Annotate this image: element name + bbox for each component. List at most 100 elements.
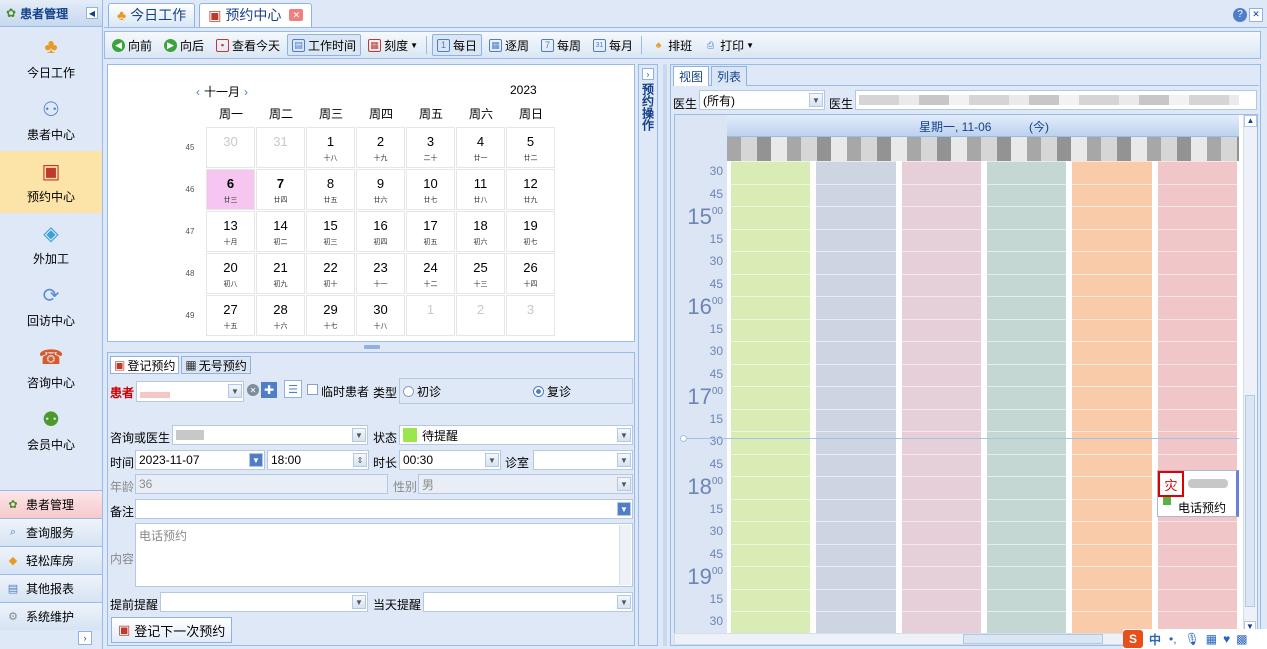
expand-icon[interactable]: › [78,631,92,645]
tab-appointment-center[interactable]: ▣ 预约中心 ✕ [199,2,313,27]
calendar-day[interactable]: 26 十四 [506,253,555,294]
chevron-down-icon[interactable]: ▼ [228,384,242,398]
chevron-right-icon[interactable]: › [244,85,248,99]
toolbox-icon[interactable]: ▩ [1236,632,1247,646]
today-button[interactable]: ▪ 查看今天 [211,34,285,56]
return-visit-radio[interactable] [533,385,545,397]
monthly-button[interactable]: 31 每月 [588,34,638,56]
nav-item-3[interactable]: ◈ 外加工 [0,213,102,275]
vertical-splitter[interactable] [663,64,667,646]
search-patient-icon[interactable]: ✚ [261,382,277,398]
calendar-day[interactable]: 7 廿四 [256,169,305,210]
temp-patient-checkbox[interactable] [307,384,318,395]
calendar-day[interactable]: 14 初二 [256,211,305,252]
keyboard-icon[interactable]: ▦ [1206,632,1217,646]
first-visit-radio[interactable] [403,385,414,397]
room-select[interactable]: ▼ [533,450,633,470]
nav-section-2[interactable]: ◆ 轻松库房 [0,546,102,574]
tab-view[interactable]: 视图 [673,65,710,86]
consult-doctor-select[interactable]: ▼ [172,425,368,445]
ime-language[interactable]: 中 [1149,631,1161,648]
doctor-multi-select[interactable] [855,90,1257,110]
time-spinner[interactable]: 18:00 ⇕ [267,450,369,470]
print-dropdown[interactable]: ⎙ 打印 ▼ [699,34,759,56]
daily-button[interactable]: 1 每日 [432,34,483,56]
calendar-day[interactable]: 12 廿九 [506,169,555,210]
calendar-day[interactable]: 24 十二 [406,253,455,294]
calendar-day[interactable]: 3 二十 [406,127,455,168]
calendar-day[interactable]: 4 廿一 [456,127,505,168]
calendar-day[interactable]: 1 [406,295,455,336]
clear-icon[interactable]: ✕ [247,384,259,396]
patient-field[interactable]: ▼ [136,381,244,402]
nav-section-0[interactable]: ✿ 患者管理 [0,490,102,518]
scroll-up-icon[interactable]: ▲ [1244,115,1257,127]
help-icon[interactable]: ? [1233,7,1247,22]
nav-section-4[interactable]: ⚙ 系统维护 [0,602,102,630]
calendar-day[interactable]: 30 [206,127,255,168]
vertical-scrollbar[interactable]: ▲ ▼ [1243,115,1257,633]
chevron-left-icon[interactable]: ‹ [196,85,200,99]
nav-item-1[interactable]: ⚇ 患者中心 [0,89,102,151]
calendar-day[interactable]: 8 廿五 [306,169,355,210]
note-select[interactable]: ▼ [135,499,633,519]
calendar-day[interactable]: 11 廿八 [456,169,505,210]
collapse-icon[interactable]: ◀ [86,7,98,19]
doctor-column[interactable] [816,161,896,634]
calendar-day[interactable]: 15 初三 [306,211,355,252]
calendar-day[interactable]: 29 十七 [306,295,355,336]
register-next-button[interactable]: ▣ 登记下一次预约 [111,617,233,643]
calendar-day[interactable]: 18 初六 [456,211,505,252]
calendar-day[interactable]: 22 初十 [306,253,355,294]
remind-day-select[interactable]: ▼ [423,592,633,612]
doctor-column[interactable] [987,161,1067,634]
work-time-button[interactable]: ▤ 工作时间 [287,34,362,56]
calendar-day[interactable]: 27 十五 [206,295,255,336]
doctor-column[interactable] [1072,161,1152,634]
calendar-day[interactable]: 6 廿三 [206,169,255,210]
duration-select[interactable]: 00:30 ▼ [399,450,501,470]
calendar-day[interactable]: 23 十一 [356,253,405,294]
calendar-day[interactable]: 25 十三 [456,253,505,294]
close-icon[interactable]: ✕ [289,9,304,21]
calendar-day[interactable]: 21 初九 [256,253,305,294]
calendar-day[interactable]: 17 初五 [406,211,455,252]
tab-register-appointment[interactable]: ▣ 登记预约 [110,356,180,374]
tab-no-id-appointment[interactable]: ▦ 无号预约 [181,356,251,374]
doctor-column[interactable] [731,161,811,634]
calendar-day[interactable]: 3 [506,295,555,336]
spinner-icon[interactable]: ⇕ [353,453,367,467]
calendar-day[interactable]: 30 十八 [356,295,405,336]
content-textarea[interactable]: 电话预约 [135,523,633,587]
scale-dropdown[interactable]: ▦ 刻度 ▼ [363,34,423,56]
calendar-day[interactable]: 5 廿二 [506,127,555,168]
calendar-day[interactable]: 31 [256,127,305,168]
nav-item-5[interactable]: ☎ 咨询中心 [0,337,102,399]
calendar-day[interactable]: 9 廿六 [356,169,405,210]
hscroll-thumb[interactable] [963,634,1103,644]
tab-today-work[interactable]: ♣ 今日工作 [108,2,196,27]
status-select[interactable]: 待提醒 ▼ [399,425,633,445]
calendar-day[interactable]: 20 初八 [206,253,255,294]
tab-list[interactable]: 列表 [711,65,748,86]
calendar-day[interactable]: 13 十月 [206,211,255,252]
expand-panel-icon[interactable]: › [642,68,654,80]
calendar-day[interactable]: 2 十九 [356,127,405,168]
doctor-column[interactable] [901,161,981,634]
window-close-icon[interactable]: ✕ [1249,7,1263,22]
doctor-filter-select[interactable]: (所有) ▼ [699,90,825,110]
calendar-day[interactable]: 16 初四 [356,211,405,252]
per-week-button[interactable]: ▦ 逐周 [484,34,534,56]
punctuation-icon[interactable]: •, [1169,632,1177,646]
scrollbar-thumb[interactable] [1245,395,1255,607]
nav-section-3[interactable]: ▤ 其他报表 [0,574,102,602]
weekly-button[interactable]: 7 每周 [536,34,586,56]
side-panel-appointment-ops[interactable]: › 预约操作 [638,64,658,646]
microphone-icon[interactable]: 🎙︎ [1185,632,1200,646]
schedule-button[interactable]: ♣ 排班 [647,34,697,56]
calendar-day[interactable]: 1 十八 [306,127,355,168]
nav-item-6[interactable]: ⚉ 会员中心 [0,399,102,461]
skin-icon[interactable]: ♥ [1223,632,1230,646]
sogou-logo-icon[interactable]: S [1123,630,1143,648]
nav-item-4[interactable]: ⟳ 回访中心 [0,275,102,337]
